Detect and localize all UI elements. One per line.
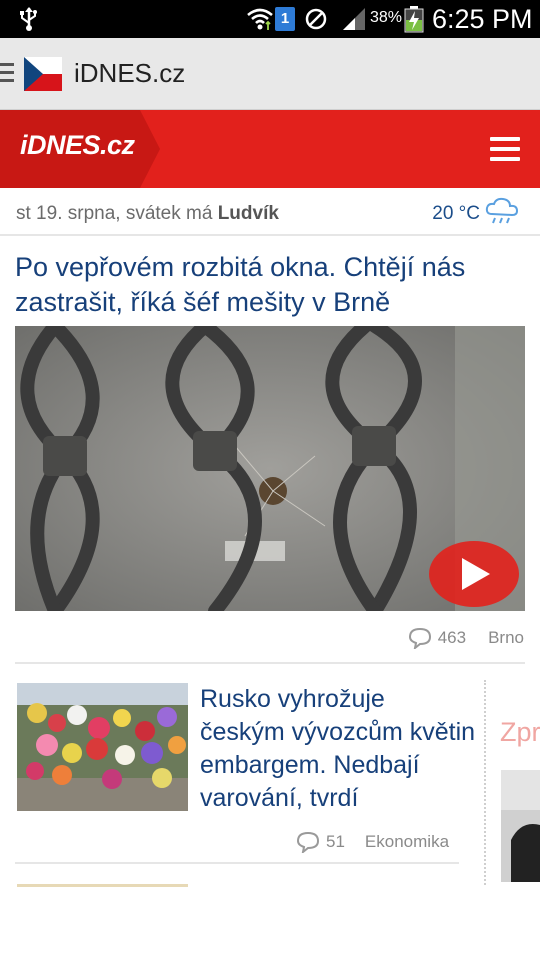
status-bar: 1 38% 6:25 PM: [0, 0, 540, 38]
date-label: st 19. srpna, svátek má: [16, 203, 218, 224]
wifi-icon: [247, 8, 273, 30]
app-title: iDNES.cz: [74, 58, 186, 88]
date-row: st 19. srpna, svátek má Ludvík 20 °C: [0, 188, 540, 236]
temperature[interactable]: 20 °C: [432, 203, 480, 225]
signal-icon: [343, 8, 365, 30]
flower-stall-photo: [17, 683, 188, 811]
second-article-meta: 51 Ekonomika: [296, 830, 449, 854]
blocked-icon: [305, 8, 327, 30]
section-label[interactable]: Brno: [488, 628, 524, 648]
second-article-headline[interactable]: Rusko vyhrožuje českým vývozcům květin e…: [200, 683, 476, 815]
next-article-thumbnail[interactable]: [17, 884, 188, 887]
sim-slot-badge: 1: [275, 7, 295, 31]
clock: 6:25 PM: [432, 4, 533, 34]
play-video-button[interactable]: [428, 540, 520, 608]
side-teaser-photo: [501, 770, 540, 882]
comment-icon[interactable]: [296, 831, 320, 853]
site-logo[interactable]: iDNES.cz: [20, 130, 135, 161]
battery-charging-icon: [404, 6, 424, 33]
main-article-meta: 463 Brno: [408, 626, 524, 650]
comment-icon[interactable]: [408, 627, 432, 649]
drawer-icon[interactable]: [0, 63, 14, 85]
usb-icon: [20, 7, 37, 31]
nameday: Ludvík: [217, 203, 279, 224]
side-teaser-title[interactable]: Zpr: [500, 717, 540, 748]
divider: [15, 862, 459, 864]
section-label[interactable]: Ekonomika: [365, 832, 449, 852]
column-divider: [484, 680, 486, 885]
side-teaser-thumbnail[interactable]: [501, 770, 540, 882]
czech-flag-icon: [24, 57, 62, 91]
second-article-thumbnail[interactable]: [17, 683, 188, 811]
battery-percentage: 38%: [370, 9, 403, 26]
divider: [15, 662, 525, 664]
main-article-headline[interactable]: Po vepřovém rozbitá okna. Chtějí nás zas…: [15, 250, 525, 320]
rain-cloud-icon[interactable]: [484, 196, 520, 228]
comment-count[interactable]: 463: [438, 628, 466, 648]
app-bar: iDNES.cz: [0, 38, 540, 110]
site-header: iDNES.cz: [0, 110, 540, 188]
comment-count[interactable]: 51: [326, 832, 345, 852]
date-nameday-text: st 19. srpna, svátek má Ludvík: [16, 203, 279, 225]
menu-icon[interactable]: [490, 137, 520, 161]
